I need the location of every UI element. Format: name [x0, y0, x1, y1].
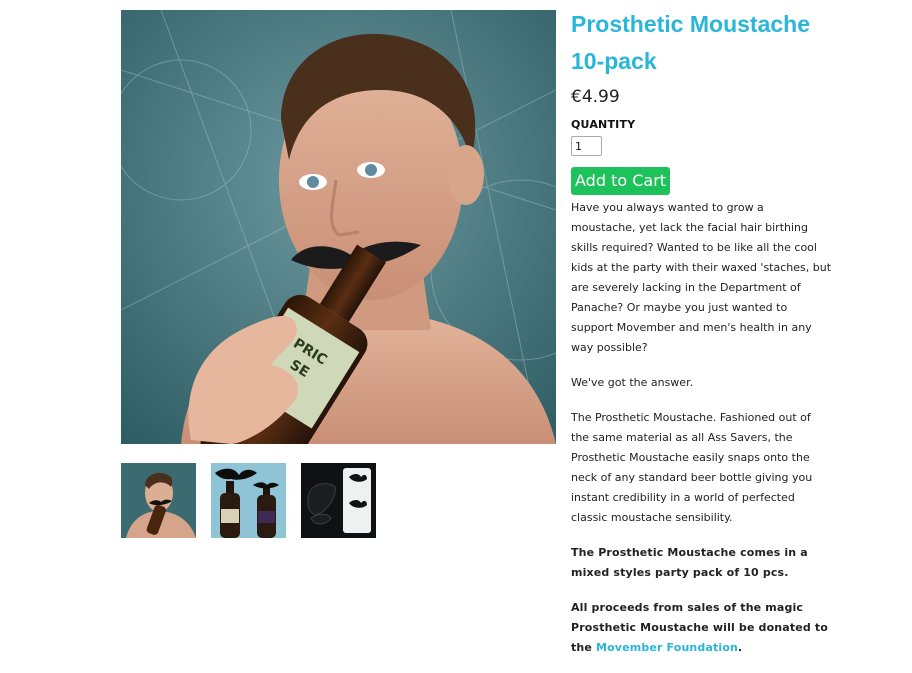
thumbnail-2[interactable]: [211, 463, 286, 538]
add-to-cart-button[interactable]: Add to Cart: [571, 167, 671, 195]
description-paragraph-5: All proceeds from sales of the magic Pro…: [571, 598, 831, 658]
description-paragraph-3: The Prosthetic Moustache. Fashioned out …: [571, 411, 813, 524]
thumbnail-1[interactable]: [121, 463, 196, 538]
description-paragraph-1: Have you always wanted to grow a moustac…: [571, 201, 832, 354]
product-page: PRIC SE Prosthetic Moustache 10-pack €4.…: [0, 0, 912, 654]
description-paragraph-4: The Prosthetic Moustache comes in a mixe…: [571, 546, 808, 579]
quantity-label: QUANTITY: [571, 118, 636, 131]
donation-text-end: .: [738, 641, 743, 654]
product-price: €4.99: [571, 87, 620, 107]
product-description: Have you always wanted to grow a moustac…: [571, 198, 831, 673]
main-product-image: PRIC SE: [121, 10, 556, 444]
quantity-input[interactable]: [571, 136, 602, 156]
product-title: Prosthetic Moustache 10-pack: [571, 11, 810, 74]
thumbnail-3[interactable]: [301, 463, 376, 538]
description-paragraph-2: We've got the answer.: [571, 376, 694, 389]
movember-foundation-link[interactable]: Movember Foundation: [596, 641, 738, 654]
